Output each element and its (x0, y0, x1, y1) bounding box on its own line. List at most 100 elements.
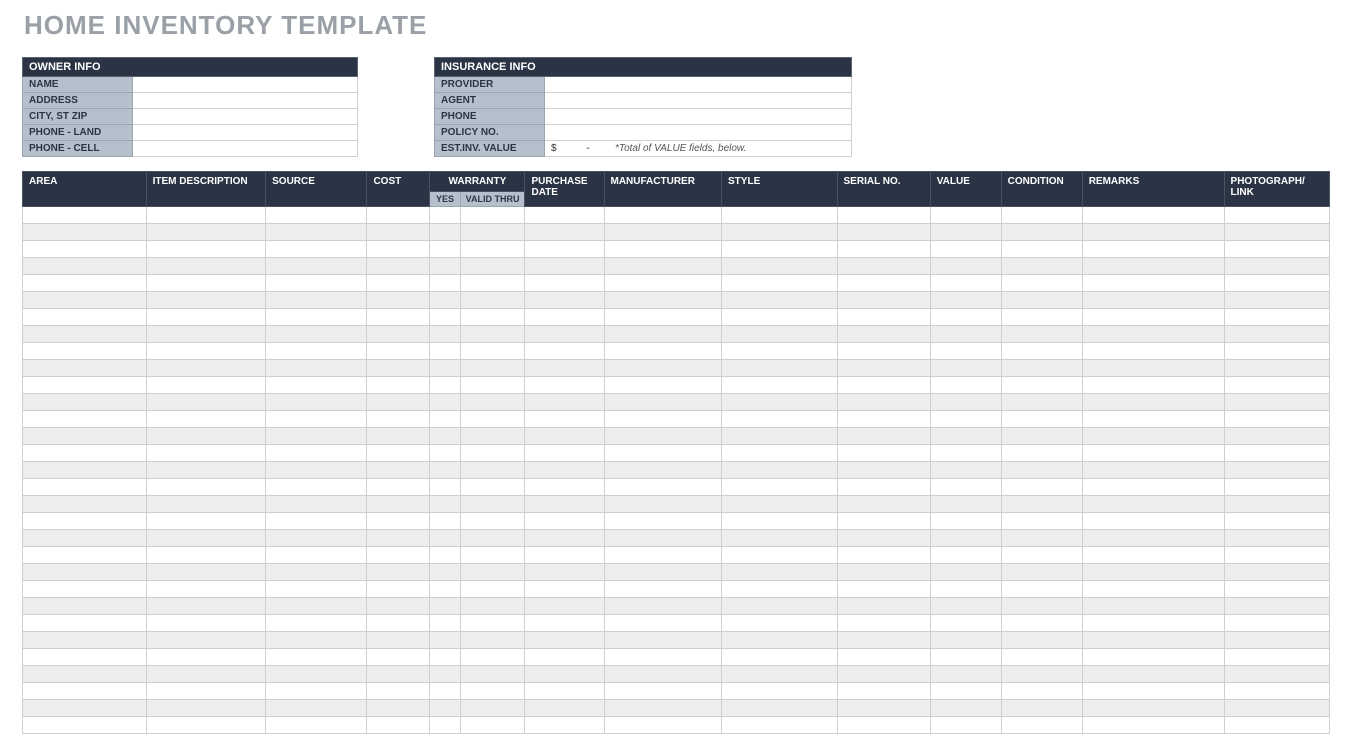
table-cell[interactable] (1001, 207, 1082, 224)
table-cell[interactable] (1001, 326, 1082, 343)
table-cell[interactable] (1082, 309, 1224, 326)
table-cell[interactable] (1082, 428, 1224, 445)
table-cell[interactable] (430, 581, 460, 598)
table-cell[interactable] (604, 411, 722, 428)
table-cell[interactable] (367, 241, 430, 258)
table-cell[interactable] (525, 530, 604, 547)
table-cell[interactable] (1082, 462, 1224, 479)
table-cell[interactable] (837, 666, 930, 683)
table-cell[interactable] (430, 445, 460, 462)
table-cell[interactable] (1224, 326, 1329, 343)
table-cell[interactable] (837, 530, 930, 547)
table-cell[interactable] (266, 309, 367, 326)
table-cell[interactable] (266, 292, 367, 309)
table-cell[interactable] (460, 258, 525, 275)
table-cell[interactable] (525, 207, 604, 224)
table-cell[interactable] (430, 717, 460, 734)
table-cell[interactable] (604, 394, 722, 411)
table-cell[interactable] (930, 275, 1001, 292)
table-cell[interactable] (430, 411, 460, 428)
table-cell[interactable] (460, 360, 525, 377)
insurance-agent-field[interactable] (545, 93, 852, 109)
table-cell[interactable] (1001, 700, 1082, 717)
table-cell[interactable] (367, 700, 430, 717)
table-cell[interactable] (604, 258, 722, 275)
table-cell[interactable] (23, 462, 147, 479)
table-cell[interactable] (146, 292, 266, 309)
table-cell[interactable] (146, 360, 266, 377)
table-cell[interactable] (525, 479, 604, 496)
table-cell[interactable] (930, 428, 1001, 445)
table-cell[interactable] (23, 309, 147, 326)
table-cell[interactable] (1001, 309, 1082, 326)
table-cell[interactable] (23, 326, 147, 343)
table-cell[interactable] (23, 496, 147, 513)
table-cell[interactable] (23, 207, 147, 224)
table-cell[interactable] (1001, 343, 1082, 360)
table-cell[interactable] (722, 241, 838, 258)
table-cell[interactable] (266, 241, 367, 258)
table-row[interactable] (23, 683, 1330, 700)
table-cell[interactable] (930, 700, 1001, 717)
table-cell[interactable] (1224, 462, 1329, 479)
table-cell[interactable] (1082, 598, 1224, 615)
table-cell[interactable] (722, 411, 838, 428)
table-cell[interactable] (146, 513, 266, 530)
table-cell[interactable] (722, 547, 838, 564)
table-cell[interactable] (930, 649, 1001, 666)
table-cell[interactable] (23, 632, 147, 649)
table-cell[interactable] (837, 479, 930, 496)
table-cell[interactable] (837, 700, 930, 717)
table-cell[interactable] (266, 275, 367, 292)
table-cell[interactable] (525, 343, 604, 360)
table-cell[interactable] (525, 462, 604, 479)
table-cell[interactable] (460, 666, 525, 683)
table-cell[interactable] (146, 649, 266, 666)
table-cell[interactable] (1001, 581, 1082, 598)
table-cell[interactable] (23, 377, 147, 394)
table-cell[interactable] (837, 445, 930, 462)
table-cell[interactable] (722, 564, 838, 581)
table-cell[interactable] (1001, 666, 1082, 683)
table-cell[interactable] (367, 343, 430, 360)
table-cell[interactable] (604, 513, 722, 530)
table-row[interactable] (23, 309, 1330, 326)
table-cell[interactable] (460, 462, 525, 479)
table-cell[interactable] (930, 496, 1001, 513)
table-cell[interactable] (1082, 258, 1224, 275)
table-cell[interactable] (430, 496, 460, 513)
table-cell[interactable] (266, 547, 367, 564)
table-cell[interactable] (722, 394, 838, 411)
table-row[interactable] (23, 513, 1330, 530)
table-cell[interactable] (525, 445, 604, 462)
table-cell[interactable] (430, 394, 460, 411)
table-cell[interactable] (430, 649, 460, 666)
table-cell[interactable] (722, 377, 838, 394)
table-cell[interactable] (1082, 564, 1224, 581)
table-cell[interactable] (1001, 275, 1082, 292)
table-cell[interactable] (1082, 275, 1224, 292)
table-cell[interactable] (1082, 496, 1224, 513)
table-cell[interactable] (266, 394, 367, 411)
table-cell[interactable] (367, 564, 430, 581)
table-cell[interactable] (266, 581, 367, 598)
table-cell[interactable] (722, 445, 838, 462)
table-cell[interactable] (722, 496, 838, 513)
table-row[interactable] (23, 530, 1330, 547)
table-cell[interactable] (367, 462, 430, 479)
table-cell[interactable] (930, 717, 1001, 734)
table-cell[interactable] (367, 394, 430, 411)
table-cell[interactable] (1224, 632, 1329, 649)
table-row[interactable] (23, 717, 1330, 734)
table-cell[interactable] (722, 428, 838, 445)
table-cell[interactable] (23, 479, 147, 496)
table-cell[interactable] (1224, 309, 1329, 326)
table-cell[interactable] (722, 292, 838, 309)
table-cell[interactable] (460, 326, 525, 343)
table-cell[interactable] (460, 632, 525, 649)
table-cell[interactable] (430, 360, 460, 377)
table-cell[interactable] (1224, 360, 1329, 377)
table-cell[interactable] (146, 394, 266, 411)
table-cell[interactable] (722, 309, 838, 326)
table-cell[interactable] (722, 615, 838, 632)
